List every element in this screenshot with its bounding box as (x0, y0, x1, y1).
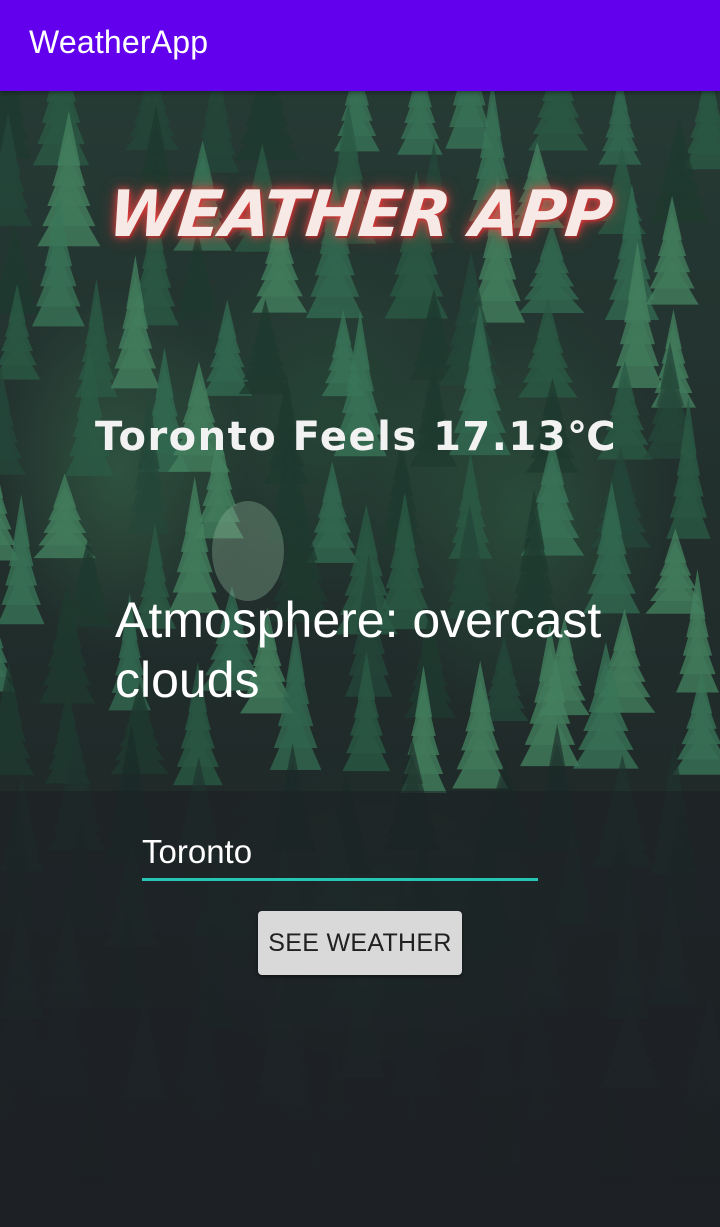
see-weather-button[interactable]: SEE WEATHER (258, 911, 462, 975)
city-input[interactable] (142, 826, 538, 881)
atmosphere-text: Atmosphere: overcast clouds (115, 592, 602, 708)
app-bar-title: WeatherApp (29, 24, 209, 60)
weather-app-heading: WEATHER APP (104, 178, 616, 252)
feels-like-text: Toronto Feels 17.13℃ (95, 414, 618, 460)
app-bar: WeatherApp (0, 0, 720, 91)
app-screen: WeatherApp WEATHER APP Toronto Feels 17.… (0, 0, 720, 1227)
